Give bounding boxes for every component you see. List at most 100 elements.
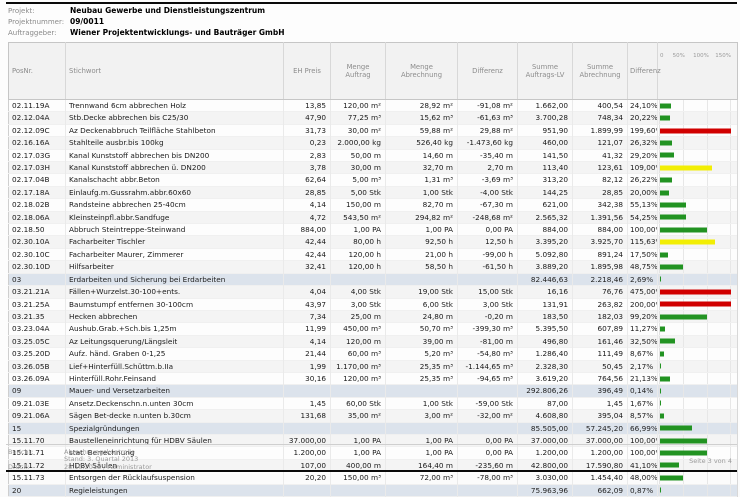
cell-summe-abrechnung: 123,61 xyxy=(573,162,628,174)
cell-stichwort: Fällen+Wurzelst.30-100+ents. xyxy=(66,286,284,298)
project-number: 09/0011 xyxy=(70,17,104,26)
percent-bar-plot xyxy=(659,385,731,396)
cell-percent-bar xyxy=(658,137,738,149)
cell-eh-preis: 4,72 xyxy=(284,211,331,223)
cell-menge-abrechnung: 1,00 PA xyxy=(386,434,458,446)
cell-differenz-prozent: 11,27% xyxy=(628,323,658,335)
percent-bar-plot xyxy=(659,187,731,198)
cell-menge-abrechnung: 59,88 m² xyxy=(386,124,458,136)
percent-bar-plot xyxy=(659,286,731,297)
percent-bar-plot xyxy=(659,212,731,223)
cell-differenz-prozent: 48,75% xyxy=(628,261,658,273)
cell-summe-auftrags-lv: 496,80 xyxy=(518,335,573,347)
cell-posnr: 09.21.03E xyxy=(9,397,66,409)
percent-bar-green xyxy=(660,475,683,480)
cell-menge-auftrag: 80,00 h xyxy=(331,236,386,248)
cell-percent-bar xyxy=(658,422,738,434)
cell-summe-auftrags-lv: 3.700,28 xyxy=(518,112,573,124)
cell-summe-auftrags-lv: 3.889,20 xyxy=(518,261,573,273)
bottom-rule xyxy=(6,470,737,472)
cell-differenz-menge: -94,65 m³ xyxy=(458,372,518,384)
table-row: 03.26.09AHinterfüll.Rohr.Feinsand30,1612… xyxy=(9,372,738,384)
cell-stichwort: Mauer- und Versetzarbeiten xyxy=(66,385,284,397)
percent-bar-plot xyxy=(659,162,731,173)
cell-summe-auftrags-lv: 113,40 xyxy=(518,162,573,174)
cell-menge-auftrag xyxy=(331,273,386,285)
cell-menge-abrechnung: 25,35 m³ xyxy=(386,360,458,372)
cell-menge-auftrag: 35,00 m² xyxy=(331,410,386,422)
cell-summe-auftrags-lv: 131,91 xyxy=(518,298,573,310)
cell-menge-abrechnung: 25,35 m³ xyxy=(386,372,458,384)
cell-menge-abrechnung: 3,00 m² xyxy=(386,410,458,422)
percent-bar-plot xyxy=(659,261,731,272)
cell-posnr: 02.12.09C xyxy=(9,124,66,136)
cell-percent-bar xyxy=(658,112,738,124)
cell-summe-abrechnung: 884,00 xyxy=(573,224,628,236)
cell-differenz-prozent: 1,67% xyxy=(628,397,658,409)
cell-eh-preis xyxy=(284,484,331,496)
cell-menge-abrechnung: 6,00 Stk xyxy=(386,298,458,310)
cell-stichwort: Kanal Kunststoff abbrechen bis DN200 xyxy=(66,149,284,161)
cell-eh-preis: 1,99 xyxy=(284,360,331,372)
percent-bar-yellow xyxy=(660,240,715,245)
cell-posnr: 02.17.03G xyxy=(9,149,66,161)
cell-differenz-menge: 0,00 PA xyxy=(458,224,518,236)
cell-posnr: 20 xyxy=(9,484,66,496)
cell-summe-auftrags-lv: 1.200,00 xyxy=(518,447,573,459)
cell-eh-preis: 4,04 xyxy=(284,286,331,298)
bericht-label: Bericht: xyxy=(8,448,64,456)
cell-eh-preis: 4,14 xyxy=(284,335,331,347)
table-row: 02.17.03HKanal Kunststoff abbrechen ü. D… xyxy=(9,162,738,174)
percent-bar-green xyxy=(660,178,672,183)
cell-summe-abrechnung: 396,49 xyxy=(573,385,628,397)
cell-percent-bar xyxy=(658,484,738,496)
cell-eh-preis: 1.200,00 xyxy=(284,447,331,459)
cell-summe-auftrags-lv: 4.608,80 xyxy=(518,410,573,422)
percent-bar-plot xyxy=(659,224,731,235)
cell-stichwort: Trennwand 6cm abbrechen Holz xyxy=(66,100,284,112)
cell-summe-abrechnung: 50,45 xyxy=(573,360,628,372)
percent-bar-plot xyxy=(659,336,731,347)
cell-differenz-prozent: 0,14% xyxy=(628,385,658,397)
cell-menge-abrechnung: 58,50 h xyxy=(386,261,458,273)
cell-posnr: 02.18.50 xyxy=(9,224,66,236)
cell-percent-bar xyxy=(658,224,738,236)
cell-percent-bar xyxy=(658,372,738,384)
cell-differenz-menge: -35,40 m xyxy=(458,149,518,161)
cell-eh-preis: 37.000,00 xyxy=(284,434,331,446)
table-row: 02.30.10DHilfsarbeiter32,41120,00 h58,50… xyxy=(9,261,738,273)
cell-differenz-menge: -61,63 m³ xyxy=(458,112,518,124)
cell-differenz-menge xyxy=(458,484,518,496)
percent-bar-plot xyxy=(659,423,731,434)
percent-bar-green xyxy=(660,463,679,468)
table-row: 02.17.03GKanal Kunststoff abbrechen bis … xyxy=(9,149,738,161)
cell-menge-auftrag: 120,00 m³ xyxy=(331,372,386,384)
cell-stichwort: Hilfsarbeiter xyxy=(66,261,284,273)
percent-bar-green xyxy=(660,264,683,269)
percent-bar-green xyxy=(660,401,661,406)
cell-differenz-menge: -99,00 h xyxy=(458,248,518,260)
cell-stichwort: Kanalschacht abbr.Beton xyxy=(66,174,284,186)
cell-differenz-prozent: 8,57% xyxy=(628,410,658,422)
cell-menge-abrechnung: 39,00 m xyxy=(386,335,458,347)
cell-percent-bar xyxy=(658,434,738,446)
cell-differenz-prozent: 115,63% xyxy=(628,236,658,248)
cell-percent-bar xyxy=(658,335,738,347)
percent-bar-plot xyxy=(659,299,731,310)
cell-posnr: 09 xyxy=(9,385,66,397)
cell-menge-auftrag: 5,00 Stk xyxy=(331,186,386,198)
percent-bar-plot xyxy=(659,174,731,185)
cell-differenz-menge: 29,88 m² xyxy=(458,124,518,136)
cell-stichwort: Hinterfüll.Rohr.Feinsand xyxy=(66,372,284,384)
cell-summe-abrechnung: 342,38 xyxy=(573,199,628,211)
cell-eh-preis: 7,34 xyxy=(284,310,331,322)
table-row: 15.11.70Baustelleneinrichtung für HDBV S… xyxy=(9,434,738,446)
project-line: Projekt: Neubau Gewerbe und Dienstleistu… xyxy=(8,5,285,16)
table-row: 09.21.06ASägen Bet-decke n.unten b.30cm1… xyxy=(9,410,738,422)
percent-bar-plot xyxy=(659,361,731,372)
cell-summe-auftrags-lv: 1.662,00 xyxy=(518,100,573,112)
section-row: 09Mauer- und Versetzarbeiten292.806,2639… xyxy=(9,385,738,397)
cell-posnr: 02.12.04A xyxy=(9,112,66,124)
scale-tick-100: 100% xyxy=(693,52,709,60)
cell-posnr: 15.11.70 xyxy=(9,434,66,446)
